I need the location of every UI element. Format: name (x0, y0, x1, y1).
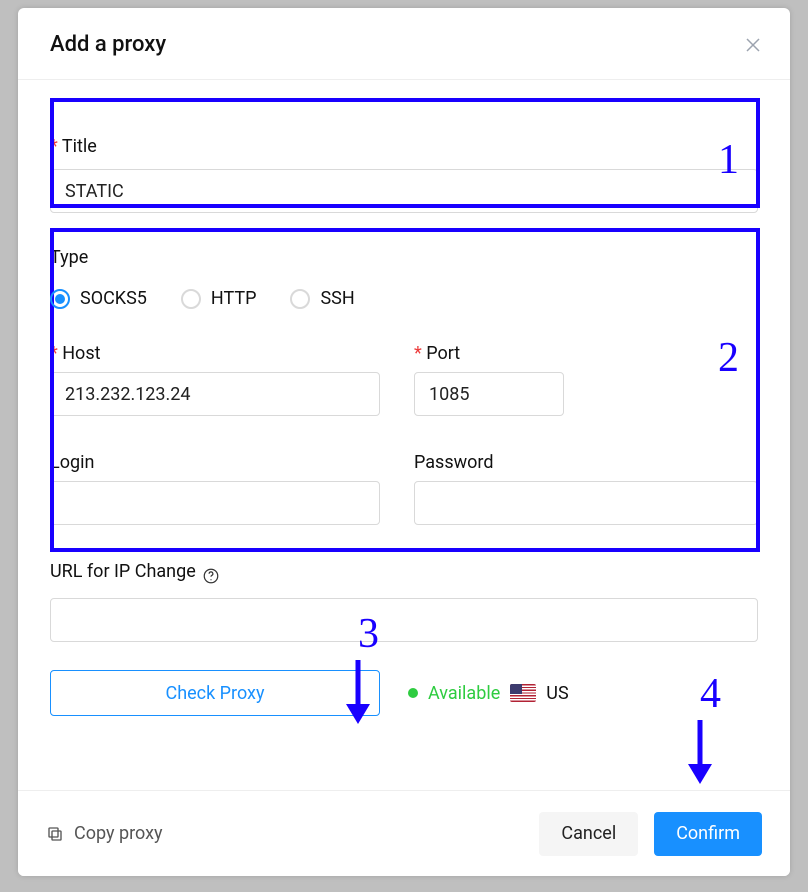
url-input[interactable] (50, 598, 758, 642)
annotation-number-1: 1 (718, 136, 739, 184)
radio-dot-icon (181, 289, 201, 309)
annotation-arrow-3 (338, 656, 378, 726)
radio-ssh-label: SSH (320, 288, 354, 309)
add-proxy-modal: Add a proxy 1 2 3 4 Title (18, 8, 790, 876)
annotation-number-2: 2 (718, 334, 739, 382)
type-section: Type SOCKS5 HTTP SSH Host (50, 241, 758, 525)
annotation-number-4: 4 (700, 670, 721, 718)
status-text: Available (428, 683, 500, 704)
port-input[interactable] (414, 372, 564, 416)
close-icon[interactable] (744, 36, 762, 54)
radio-socks5-label: SOCKS5 (80, 288, 147, 309)
login-col: Login (50, 452, 380, 525)
type-label: Type (50, 241, 88, 268)
url-section: URL for IP Change (50, 561, 758, 642)
title-section: Title (50, 104, 758, 213)
confirm-button[interactable]: Confirm (654, 812, 762, 856)
status-country: US (546, 683, 568, 704)
login-label: Login (50, 452, 94, 473)
help-icon[interactable] (202, 567, 220, 585)
title-label: Title (50, 136, 97, 157)
title-input[interactable] (50, 169, 758, 213)
copy-proxy-label: Copy proxy (74, 823, 163, 844)
port-col: Port (414, 343, 564, 416)
radio-http-label: HTTP (211, 288, 257, 309)
proxy-status: Available US (408, 683, 569, 704)
login-password-row: Login Password (50, 452, 758, 525)
host-col: Host (50, 343, 380, 416)
modal-footer: Copy proxy Cancel Confirm (18, 790, 790, 876)
status-dot-icon (408, 688, 418, 698)
annotation-arrow-4 (680, 716, 720, 786)
radio-ssh[interactable]: SSH (290, 288, 354, 309)
login-input[interactable] (50, 481, 380, 525)
host-label: Host (50, 343, 101, 364)
copy-proxy-button[interactable]: Copy proxy (46, 823, 163, 844)
copy-icon (46, 825, 64, 843)
us-flag-icon (510, 684, 536, 702)
cancel-button[interactable]: Cancel (539, 812, 638, 856)
check-proxy-row: Check Proxy Available US (50, 670, 758, 716)
host-input[interactable] (50, 372, 380, 416)
radio-http[interactable]: HTTP (181, 288, 257, 309)
host-port-row: Host Port (50, 343, 758, 416)
modal-header: Add a proxy (18, 8, 790, 80)
radio-dot-icon (290, 289, 310, 309)
url-label: URL for IP Change (50, 561, 196, 582)
modal-title: Add a proxy (50, 32, 166, 57)
type-radio-group: SOCKS5 HTTP SSH (50, 288, 758, 309)
footer-actions: Cancel Confirm (539, 812, 762, 856)
password-col: Password (414, 452, 758, 525)
radio-socks5[interactable]: SOCKS5 (50, 288, 147, 309)
modal-body: 1 2 3 4 Title Type (18, 80, 790, 716)
password-input[interactable] (414, 481, 758, 525)
radio-dot-icon (50, 289, 70, 309)
port-label: Port (414, 343, 460, 364)
check-proxy-button[interactable]: Check Proxy (50, 670, 380, 716)
annotation-number-3: 3 (358, 610, 379, 658)
password-label: Password (414, 452, 494, 473)
